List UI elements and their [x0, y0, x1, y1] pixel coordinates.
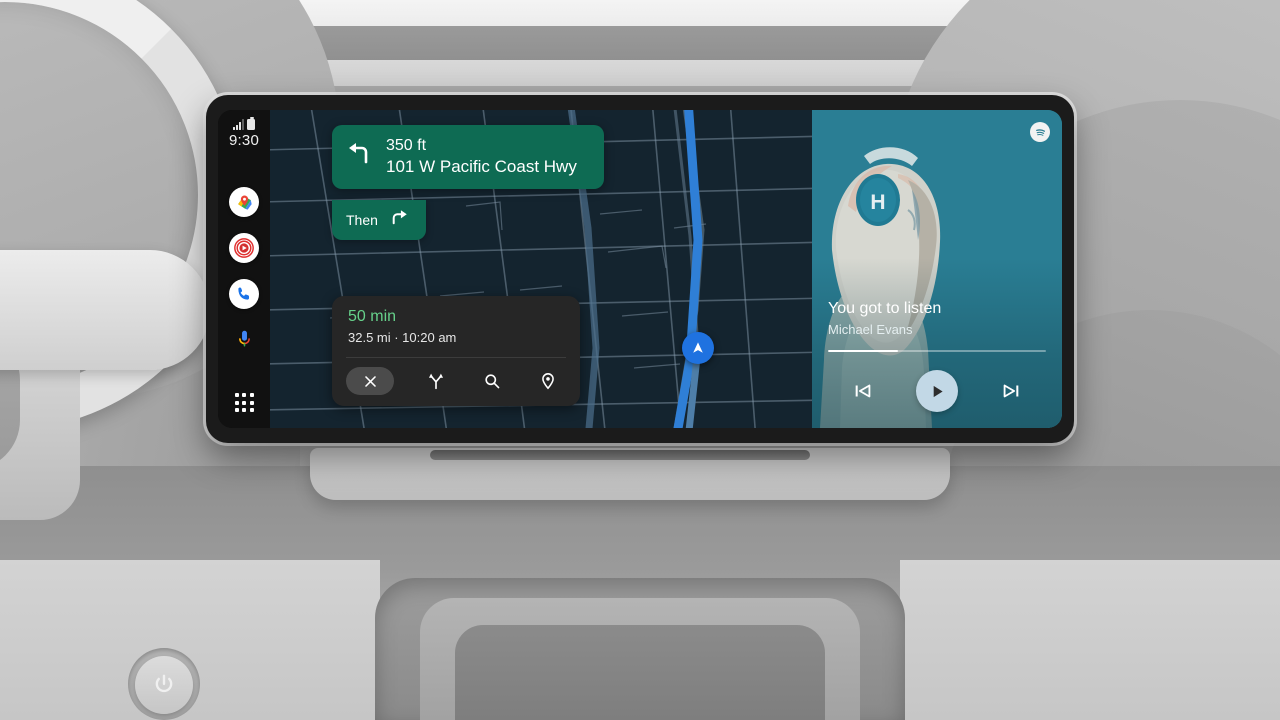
- console-right-panel: [900, 560, 1280, 720]
- navigation-text: 350 ft 101 W Pacific Coast Hwy: [386, 136, 577, 177]
- sidebar-item-phone[interactable]: [229, 279, 259, 309]
- cellular-signal-icon: [233, 119, 244, 130]
- playback-progress-fill: [828, 349, 898, 352]
- then-label: Then: [346, 211, 378, 228]
- youtube-music-icon: [233, 237, 255, 259]
- previous-track-button[interactable]: [850, 378, 876, 404]
- android-auto-screen: 9:30 350 ft 101 W Pacific Coast Hwy Then…: [218, 110, 1062, 428]
- alternate-routes-button[interactable]: [422, 367, 450, 395]
- current-position-marker: [682, 332, 714, 364]
- play-button[interactable]: [916, 370, 958, 412]
- next-track-button[interactable]: [998, 378, 1024, 404]
- trip-info-card: 50 min 32.5 mi · 10:20 am: [332, 296, 580, 406]
- microphone-icon: [238, 330, 250, 347]
- media-metadata: You got to listen Michael Evans: [828, 299, 1046, 352]
- trip-details: 32.5 mi · 10:20 am: [348, 330, 457, 345]
- sidebar-item-app-grid[interactable]: [234, 393, 254, 412]
- map-pin-icon: [542, 373, 554, 390]
- sidebar-item-maps[interactable]: [229, 187, 259, 217]
- app-rail-items: [229, 187, 259, 412]
- search-icon: [485, 374, 500, 389]
- sidebar-item-assistant[interactable]: [229, 325, 259, 355]
- trip-action-bar: [332, 358, 580, 397]
- navigation-distance: 350 ft: [386, 137, 427, 154]
- power-icon: [155, 674, 173, 693]
- map-panel[interactable]: 350 ft 101 W Pacific Coast Hwy Then 50 m…: [270, 110, 812, 428]
- battery-icon: [247, 117, 255, 130]
- play-icon: [933, 385, 943, 397]
- steering-wheel-spoke: [0, 250, 210, 370]
- route-fork-icon: [428, 373, 444, 390]
- status-icon-group: [233, 117, 255, 130]
- close-navigation-button[interactable]: [346, 367, 394, 395]
- trip-summary: 50 min 32.5 mi · 10:20 am: [332, 307, 580, 357]
- places-button[interactable]: [534, 367, 562, 395]
- skip-next-icon: [1003, 384, 1019, 398]
- turn-left-icon: [344, 140, 374, 173]
- search-button[interactable]: [478, 367, 506, 395]
- close-icon: [364, 375, 376, 387]
- spotify-icon: [1030, 122, 1050, 142]
- track-title: You got to listen: [828, 299, 942, 317]
- status-clock: 9:30: [229, 132, 259, 149]
- navigation-then-banner: Then: [332, 200, 426, 240]
- navigation-street: 101 W Pacific Coast Hwy: [386, 157, 577, 176]
- track-artist: Michael Evans: [828, 321, 913, 337]
- center-vent-shadow: [455, 625, 825, 720]
- console-slot: [430, 450, 810, 460]
- app-rail: 9:30: [218, 110, 270, 428]
- phone-icon: [238, 287, 250, 300]
- car-dashboard-scene: 9:30 350 ft 101 W Pacific Coast Hwy Then…: [0, 0, 1280, 720]
- google-maps-icon: [237, 195, 252, 210]
- power-button[interactable]: [135, 656, 193, 714]
- navigation-arrow-icon: [693, 342, 703, 353]
- media-panel[interactable]: H You got to listen Michael Evans: [812, 110, 1062, 428]
- turn-right-icon: [390, 208, 410, 231]
- playback-progress-bar[interactable]: [828, 349, 1046, 352]
- navigation-banner[interactable]: 350 ft 101 W Pacific Coast Hwy: [332, 125, 604, 189]
- media-controls: [812, 370, 1062, 412]
- status-bar: 9:30: [229, 117, 259, 149]
- trip-duration: 50 min: [348, 308, 397, 325]
- skip-previous-icon: [855, 384, 871, 398]
- sidebar-item-youtube-music[interactable]: [229, 233, 259, 263]
